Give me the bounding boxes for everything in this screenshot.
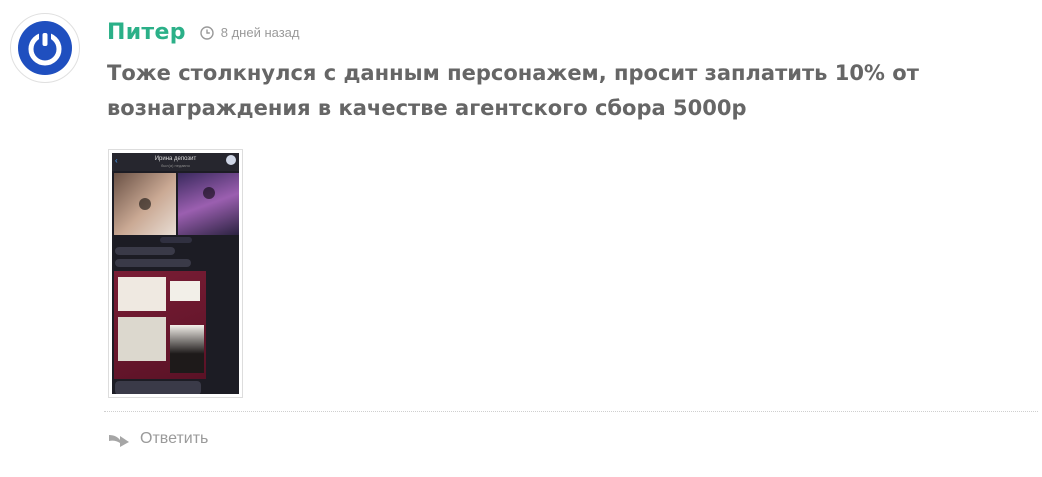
clock-icon: [200, 25, 214, 40]
message-bubble: [115, 247, 175, 255]
reply-button[interactable]: Ответить: [108, 430, 208, 448]
date-pill: [160, 237, 192, 243]
chat-subtitle: был(а) недавно: [161, 163, 190, 168]
power-icon: [18, 21, 72, 75]
avatar[interactable]: [10, 13, 80, 83]
play-icon: [203, 187, 215, 199]
screenshot-image: ‹ Ирина депозит был(а) недавно: [112, 153, 239, 394]
author-name[interactable]: Питер: [107, 20, 186, 45]
document-image: [170, 281, 200, 301]
message-bubble: [115, 259, 191, 267]
attachment-thumbnail[interactable]: ‹ Ирина депозит был(а) недавно: [108, 149, 243, 398]
divider: [104, 411, 1038, 412]
comment-time: 8 дней назад: [200, 25, 300, 40]
person-photo: [170, 325, 204, 373]
chat-video: [178, 173, 239, 235]
chat-header: ‹ Ирина депозит был(а) недавно: [112, 153, 239, 171]
play-icon: [139, 198, 151, 210]
reply-arrow-icon: [109, 435, 129, 447]
reply-label: Ответить: [140, 430, 209, 447]
comment-text: Тоже столкнулся с данным персонажем, про…: [107, 61, 919, 120]
chat-photo: [114, 173, 176, 235]
comment-header: Питер 8 дней назад: [107, 20, 300, 45]
message-bubble: [115, 381, 201, 394]
chat-title: Ирина депозит: [154, 156, 197, 162]
passport-image: [118, 317, 166, 361]
comment-time-label: 8 дней назад: [220, 25, 300, 40]
profile-icon: [226, 155, 236, 165]
document-image: [118, 277, 166, 311]
